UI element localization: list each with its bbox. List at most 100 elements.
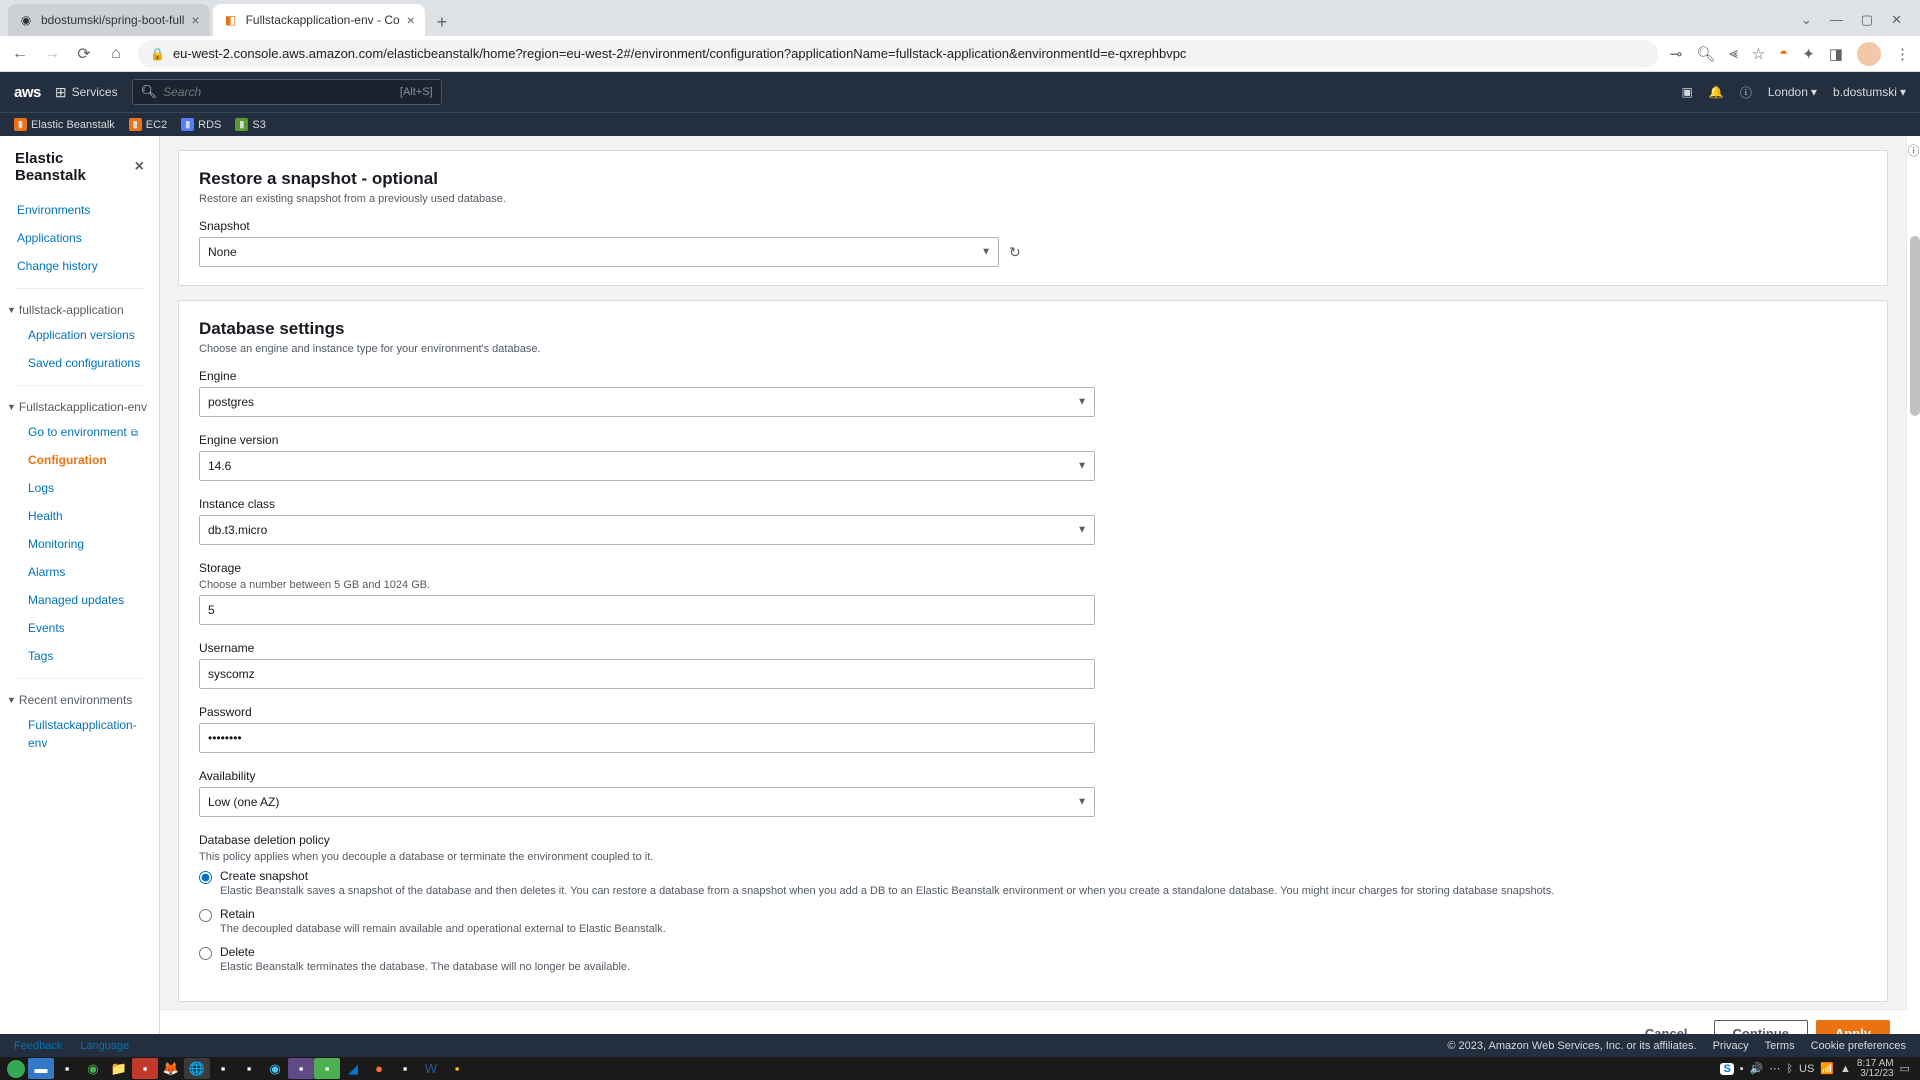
reload-button[interactable]: ⟳: [74, 44, 94, 64]
menu-icon[interactable]: ⋮: [1895, 45, 1910, 63]
aws-logo[interactable]: aws: [14, 84, 41, 101]
radio-input[interactable]: [199, 947, 212, 960]
radio-delete[interactable]: DeleteElastic Beanstalk terminates the d…: [199, 945, 1867, 973]
nav-recent-env[interactable]: Fullstackapplication-env: [0, 711, 159, 757]
nav-tags[interactable]: Tags: [0, 642, 159, 670]
bookmark-icon[interactable]: ☆: [1752, 45, 1765, 63]
task-ide-2[interactable]: ▪: [314, 1058, 340, 1079]
nav-recent-section[interactable]: ▼Recent environments: [0, 687, 159, 711]
home-button[interactable]: ⌂: [106, 45, 126, 63]
instance-select[interactable]: db.t3.micro: [199, 515, 1095, 545]
nav-go-to-env[interactable]: Go to environment⧉: [0, 418, 159, 446]
feedback-link[interactable]: Feedback: [14, 1040, 62, 1052]
language-link[interactable]: Language: [80, 1040, 129, 1052]
nav-health[interactable]: Health: [0, 502, 159, 530]
password-input[interactable]: [199, 723, 1095, 753]
profile-avatar[interactable]: [1857, 42, 1881, 66]
privacy-link[interactable]: Privacy: [1713, 1040, 1749, 1052]
close-icon[interactable]: ×: [407, 12, 415, 28]
region-selector[interactable]: London▾: [1768, 85, 1817, 99]
tray-up[interactable]: ▲: [1840, 1063, 1851, 1075]
tray-skype[interactable]: S: [1720, 1063, 1733, 1075]
browser-tab-aws[interactable]: ◧ Fullstackapplication-env - Co ×: [213, 4, 425, 36]
close-icon[interactable]: ×: [191, 12, 199, 28]
aws-search[interactable]: 🔍︎ [Alt+S]: [132, 79, 442, 105]
forward-button[interactable]: →: [42, 45, 62, 63]
tray-lang[interactable]: US: [1799, 1063, 1814, 1075]
snapshot-select[interactable]: None: [199, 237, 999, 267]
task-app-3[interactable]: ◉: [80, 1058, 106, 1079]
nav-saved-configs[interactable]: Saved configurations: [0, 349, 159, 377]
key-icon[interactable]: ⊸: [1670, 45, 1683, 63]
nav-app-versions[interactable]: Application versions: [0, 321, 159, 349]
new-tab-button[interactable]: +: [428, 8, 456, 36]
tray-clock[interactable]: 8:17 AM3/12/23: [1857, 1059, 1894, 1079]
terms-link[interactable]: Terms: [1765, 1040, 1795, 1052]
pin-ec2[interactable]: ▮EC2: [129, 118, 167, 131]
radio-input[interactable]: [199, 871, 212, 884]
close-icon[interactable]: ×: [135, 158, 144, 176]
task-app-10[interactable]: ◉: [262, 1058, 288, 1079]
tray-wifi[interactable]: 📶: [1820, 1062, 1834, 1075]
availability-select[interactable]: Low (one AZ): [199, 787, 1095, 817]
version-select[interactable]: 14.6: [199, 451, 1095, 481]
nav-configuration[interactable]: Configuration: [0, 446, 159, 474]
task-chrome[interactable]: 🌐: [184, 1058, 210, 1079]
radio-create-snapshot[interactable]: Create snapshotElastic Beanstalk saves a…: [199, 869, 1867, 897]
task-vscode[interactable]: ◢: [340, 1058, 366, 1079]
start-menu[interactable]: [7, 1060, 25, 1078]
back-button[interactable]: ←: [10, 45, 30, 63]
nav-applications[interactable]: Applications: [0, 224, 159, 252]
task-app-9[interactable]: ▪: [236, 1058, 262, 1079]
refresh-icon[interactable]: ↻: [1009, 244, 1021, 261]
nav-change-history[interactable]: Change history: [0, 252, 159, 280]
zoom-icon[interactable]: 🔍︎: [1696, 45, 1715, 63]
storage-input[interactable]: [199, 595, 1095, 625]
search-input[interactable]: [163, 85, 394, 99]
services-menu[interactable]: ⊞Services: [55, 84, 118, 101]
nav-app-section[interactable]: ▼fullstack-application: [0, 297, 159, 321]
task-app-15[interactable]: W: [418, 1058, 444, 1079]
pin-s3[interactable]: ▮S3: [235, 118, 265, 131]
radio-retain[interactable]: RetainThe decoupled database will remain…: [199, 907, 1867, 935]
minimize-icon[interactable]: —: [1830, 12, 1843, 28]
url-bar[interactable]: 🔒 eu-west-2.console.aws.amazon.com/elast…: [138, 40, 1658, 68]
nav-monitoring[interactable]: Monitoring: [0, 530, 159, 558]
task-app-8[interactable]: ▪: [210, 1058, 236, 1079]
account-menu[interactable]: b.dostumski▾: [1833, 85, 1906, 99]
cookies-link[interactable]: Cookie preferences: [1811, 1040, 1906, 1052]
nav-managed-updates[interactable]: Managed updates: [0, 586, 159, 614]
task-ide-1[interactable]: ▪: [288, 1058, 314, 1079]
pin-elastic-beanstalk[interactable]: ▮Elastic Beanstalk: [14, 118, 115, 131]
share-icon[interactable]: ⪡: [1729, 45, 1737, 62]
task-firefox[interactable]: 🦊: [158, 1058, 184, 1079]
task-app-1[interactable]: ▬: [28, 1058, 54, 1079]
task-app-16[interactable]: ▪: [444, 1058, 470, 1079]
task-app-5[interactable]: ▪: [132, 1058, 158, 1079]
nav-environments[interactable]: Environments: [0, 196, 159, 224]
tray-show-desktop[interactable]: ▭: [1900, 1062, 1910, 1075]
tray-bluetooth[interactable]: ᛒ: [1786, 1063, 1793, 1075]
sidepanel-icon[interactable]: ◨: [1829, 45, 1843, 63]
task-terminal[interactable]: ▪: [54, 1058, 80, 1079]
task-postman[interactable]: ●: [366, 1058, 392, 1079]
puzzle-icon[interactable]: ✦: [1802, 45, 1815, 63]
nav-events[interactable]: Events: [0, 614, 159, 642]
maximize-icon[interactable]: ▢: [1861, 12, 1873, 28]
chevron-down-icon[interactable]: ⌄: [1801, 12, 1812, 28]
cloudshell-icon[interactable]: ▣: [1682, 85, 1693, 99]
scrollbar[interactable]: [1910, 236, 1920, 416]
radio-input[interactable]: [199, 909, 212, 922]
window-close-icon[interactable]: ✕: [1891, 12, 1902, 28]
help-icon[interactable]: ⓘ: [1740, 84, 1752, 101]
username-input[interactable]: [199, 659, 1095, 689]
nav-env-section[interactable]: ▼Fullstackapplication-env: [0, 394, 159, 418]
pin-rds[interactable]: ▮RDS: [181, 118, 221, 131]
task-app-14[interactable]: ▪: [392, 1058, 418, 1079]
nav-alarms[interactable]: Alarms: [0, 558, 159, 586]
tray-network[interactable]: ⋯: [1769, 1062, 1780, 1075]
browser-tab-github[interactable]: ◉ bdostumski/spring-boot-full ×: [8, 4, 210, 36]
tray-volume[interactable]: 🔊: [1750, 1062, 1764, 1075]
nav-logs[interactable]: Logs: [0, 474, 159, 502]
tray-icon[interactable]: ▪: [1740, 1063, 1744, 1075]
